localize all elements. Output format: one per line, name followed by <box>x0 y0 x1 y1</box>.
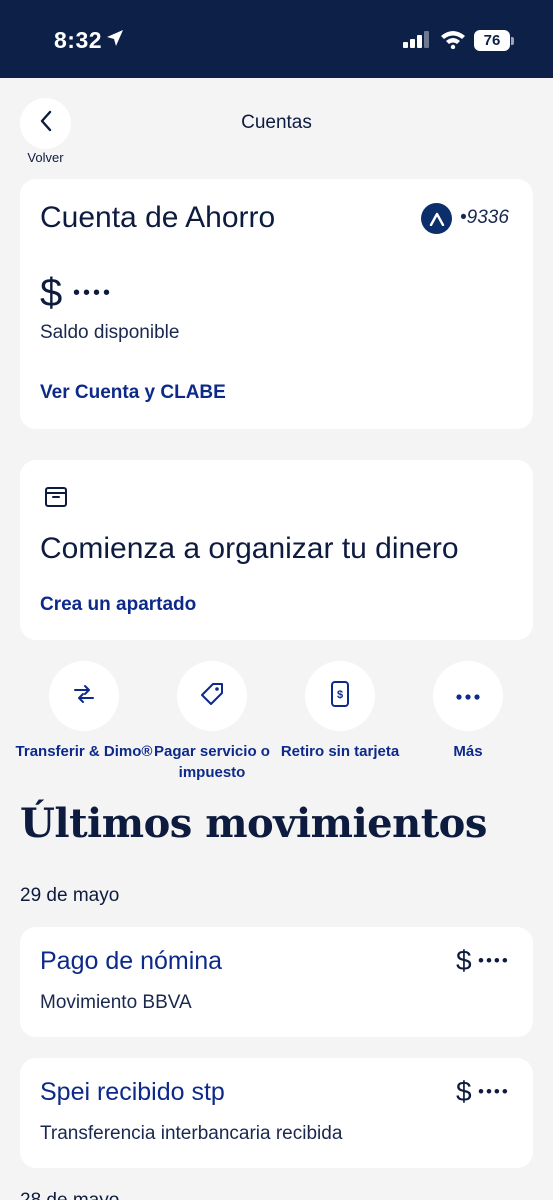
cardless-withdrawal-label[interactable]: Retiro sin tarjeta <box>270 741 410 762</box>
balance-label: Saldo disponible <box>40 322 180 343</box>
battery-icon: 76 <box>474 30 510 51</box>
more-dots-icon <box>456 687 480 705</box>
organize-title: Comienza a organizar tu dinero <box>40 532 459 565</box>
transaction-row[interactable]: Spei recibido stp Transferencia interban… <box>20 1058 533 1168</box>
bank-logo-icon <box>421 203 452 234</box>
transaction-title: Pago de nómina <box>40 947 223 975</box>
transaction-amount: •••• <box>478 951 510 970</box>
account-card[interactable]: Cuenta de Ahorro •9336 $ •••• Saldo disp… <box>20 179 533 429</box>
transaction-subtitle: Transferencia interbancaria recibida <box>40 1123 343 1144</box>
back-label[interactable]: Volver <box>20 150 71 165</box>
wifi-icon <box>440 29 466 54</box>
transfer-button[interactable] <box>49 661 119 731</box>
pay-service-button[interactable] <box>177 661 247 731</box>
movements-title: Últimos movimientos <box>20 800 487 847</box>
status-time: 8:32 <box>54 27 103 53</box>
account-number: •9336 <box>460 207 509 228</box>
cellular-signal-icon <box>403 31 431 53</box>
transfer-arrows-icon <box>71 684 97 709</box>
location-arrow-icon <box>106 29 124 52</box>
svg-text:$: $ <box>337 689 343 701</box>
date-label: 28 de mayo <box>20 1190 119 1200</box>
masked-balance: •••• <box>73 282 114 304</box>
pay-service-label[interactable]: Pagar servicio o impuesto <box>142 741 282 783</box>
create-savings-link[interactable]: Crea un apartado <box>40 594 196 616</box>
view-account-clabe-link[interactable]: Ver Cuenta y CLABE <box>40 382 226 404</box>
cardless-withdrawal-button[interactable]: $ <box>305 661 375 731</box>
tag-icon <box>200 682 224 711</box>
phone-cash-icon: $ <box>330 680 350 713</box>
transaction-row[interactable]: Pago de nómina Movimiento BBVA $ •••• <box>20 927 533 1037</box>
transaction-amount: •••• <box>478 1082 510 1101</box>
transaction-subtitle: Movimiento BBVA <box>40 992 192 1013</box>
balance-currency: $ <box>40 271 63 315</box>
date-label: 29 de mayo <box>20 885 120 906</box>
more-label[interactable]: Más <box>398 741 538 762</box>
transaction-currency: $ <box>456 1076 472 1107</box>
transfer-label[interactable]: Transferir & Dimo® <box>14 741 154 762</box>
more-button[interactable] <box>433 661 503 731</box>
status-bar: 8:32 76 <box>0 0 553 78</box>
organize-card[interactable]: Comienza a organizar tu dinero Crea un a… <box>20 460 533 640</box>
battery-cap <box>511 37 514 45</box>
box-icon <box>44 485 68 514</box>
transaction-title: Spei recibido stp <box>40 1078 225 1106</box>
transaction-currency: $ <box>456 945 472 976</box>
page-title: Cuentas <box>241 112 312 133</box>
account-name: Cuenta de Ahorro <box>40 201 276 234</box>
